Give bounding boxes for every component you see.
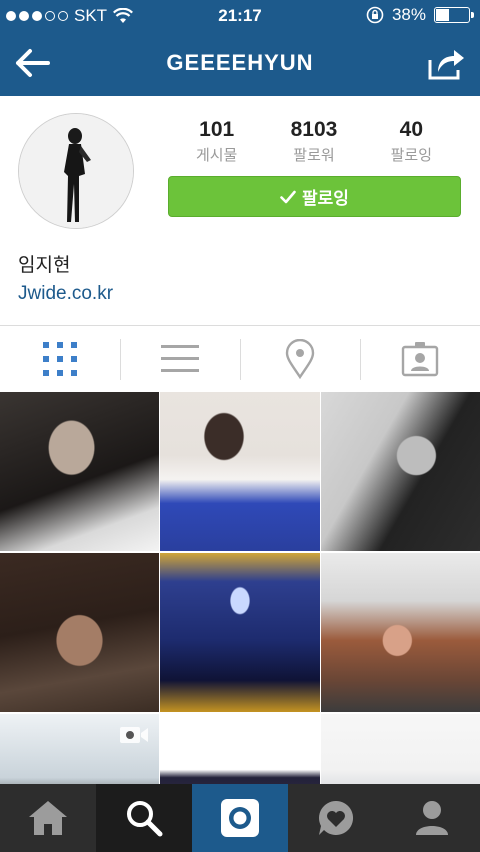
rotation-lock-icon (366, 6, 384, 24)
posts-label: 게시물 (195, 147, 238, 164)
search-icon (127, 801, 163, 837)
nav-explore[interactable] (96, 784, 192, 852)
followers-stat[interactable]: 8103 팔로워 (265, 118, 362, 165)
photo-grid (0, 392, 480, 784)
photo-tile[interactable] (160, 714, 320, 784)
photo-tile[interactable] (160, 392, 320, 551)
battery-percent: 38% (391, 5, 426, 24)
nav-home[interactable] (0, 784, 96, 852)
nav-profile[interactable] (384, 784, 480, 852)
photo-tile[interactable] (321, 714, 480, 784)
share-icon (428, 50, 464, 80)
followers-count: 8103 (290, 118, 338, 141)
camera-icon (221, 799, 259, 837)
grid-icon (43, 342, 77, 376)
photo-tile[interactable] (0, 392, 159, 551)
tab-tagged-view[interactable] (360, 326, 480, 393)
bottom-nav (0, 784, 480, 852)
status-bar: SKT 21:17 38% (0, 0, 480, 32)
tagged-user-icon (401, 342, 439, 377)
home-icon (29, 801, 67, 835)
user-icon (416, 801, 448, 835)
following-button[interactable]: 팔로잉 (168, 176, 461, 217)
followers-label: 팔로워 (293, 147, 335, 164)
posts-stat[interactable]: 101 게시물 (168, 118, 265, 165)
photo-tile[interactable] (0, 553, 159, 712)
full-name: 임지현 (18, 255, 71, 276)
following-button-label: 팔로잉 (302, 189, 349, 208)
photo-tile[interactable] (0, 714, 159, 784)
website-link[interactable]: Jwide.co.kr (18, 283, 113, 305)
photo-tile[interactable] (321, 553, 480, 712)
tab-grid-view[interactable] (0, 326, 120, 393)
battery-icon (434, 7, 474, 23)
profile-stats: 101 게시물 8103 팔로워 40 팔로잉 (168, 118, 460, 165)
posts-count: 101 (199, 118, 235, 141)
top-bar: SKT 21:17 38% GEEEEHYUN (0, 0, 480, 96)
page-title: GEEEEHYUN (166, 50, 314, 75)
video-icon (120, 727, 148, 743)
list-icon (161, 345, 199, 372)
nav-camera[interactable] (192, 784, 288, 852)
photo-tile[interactable] (321, 392, 480, 551)
following-stat[interactable]: 40 팔로잉 (363, 118, 460, 165)
avatar[interactable] (18, 113, 134, 229)
share-button[interactable] (426, 44, 466, 82)
photo-tile[interactable] (160, 553, 320, 712)
heart-bubble-icon (319, 800, 354, 835)
location-pin-icon (285, 339, 315, 379)
tab-map-view[interactable] (240, 326, 360, 393)
following-label: 팔로잉 (390, 147, 433, 164)
following-count: 40 (399, 118, 423, 141)
tab-list-view[interactable] (120, 326, 240, 393)
status-right: 38% (366, 5, 474, 25)
profile-photo (19, 114, 133, 228)
nav-activity[interactable] (288, 784, 384, 852)
checkmark-icon (280, 190, 296, 203)
view-tabs (0, 325, 480, 392)
